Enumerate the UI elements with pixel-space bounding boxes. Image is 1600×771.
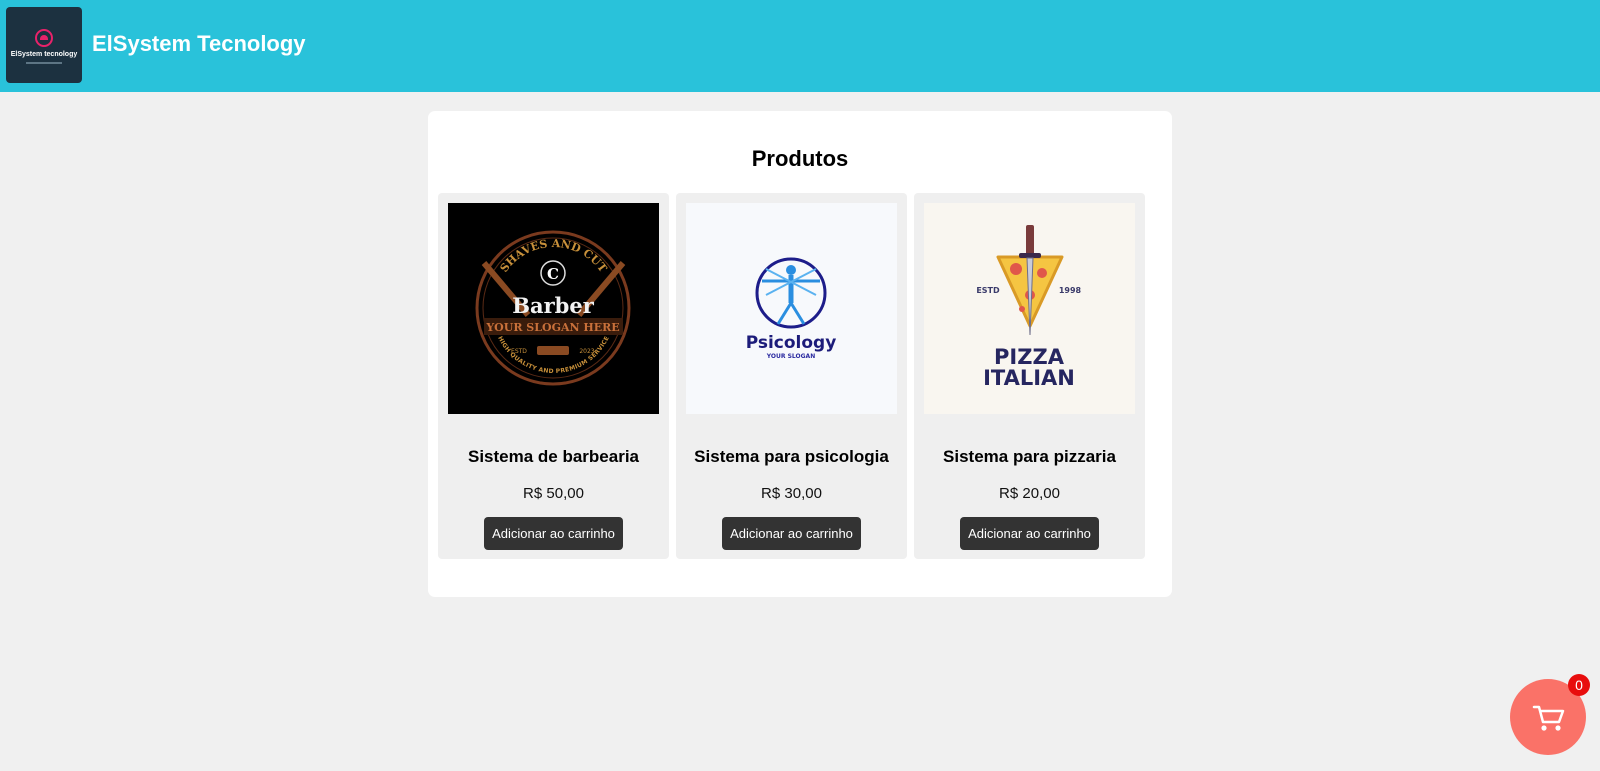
psicology-slogan: YOUR SLOGAN: [766, 353, 815, 360]
product-card-barbearia: SHAVES AND CUT C Barber YOUR SLOGAN HERE…: [438, 193, 669, 559]
pizza-year: 1998: [1059, 286, 1082, 295]
product-price: R$ 30,00: [761, 485, 822, 502]
pizza-line-2: ITALIAN: [983, 366, 1075, 390]
pizza-estd: ESTD: [976, 286, 1000, 295]
product-name: Sistema de barbearia: [467, 447, 640, 466]
product-price: R$ 50,00: [523, 485, 584, 502]
cart-count-badge: 0: [1568, 674, 1590, 696]
barber-slogan: YOUR SLOGAN HERE: [485, 321, 619, 334]
product-card-pizzaria: ESTD 1998 PIZZA ITALIAN Sistema para piz…: [914, 193, 1145, 559]
logo-tagline-bar: [26, 62, 62, 64]
logo-mark-icon: [35, 29, 53, 47]
products-panel: Produtos SHAVES AND CUT C Barber YOUR SL…: [428, 111, 1172, 597]
product-image-pizza: ESTD 1998 PIZZA ITALIAN: [924, 203, 1135, 414]
product-card-psicologia: Psicology YOUR SLOGAN Sistema para psico…: [676, 193, 907, 559]
logo[interactable]: ElSystem tecnology: [6, 7, 82, 83]
product-price: R$ 20,00: [999, 485, 1060, 502]
brand-name: ElSystem Tecnology: [92, 31, 306, 56]
product-name: Sistema para pizzaria: [943, 447, 1116, 466]
add-to-cart-button[interactable]: Adicionar ao carrinho: [722, 517, 861, 550]
barber-logo-name: Barber: [512, 293, 594, 318]
psicology-logo-name: Psicology: [746, 333, 837, 353]
page-title: Produtos: [751, 146, 849, 171]
product-name: Sistema para psicologia: [694, 447, 889, 466]
add-to-cart-button[interactable]: Adicionar ao carrinho: [960, 517, 1099, 550]
product-image-barber: SHAVES AND CUT C Barber YOUR SLOGAN HERE…: [448, 203, 659, 414]
logo-text: ElSystem tecnology: [10, 51, 78, 58]
barber-initial: C: [547, 265, 559, 283]
site-header: ElSystem tecnology ElSystem Tecnology: [0, 0, 1600, 92]
add-to-cart-button[interactable]: Adicionar ao carrinho: [484, 517, 623, 550]
product-image-psicology: Psicology YOUR SLOGAN: [686, 203, 897, 414]
